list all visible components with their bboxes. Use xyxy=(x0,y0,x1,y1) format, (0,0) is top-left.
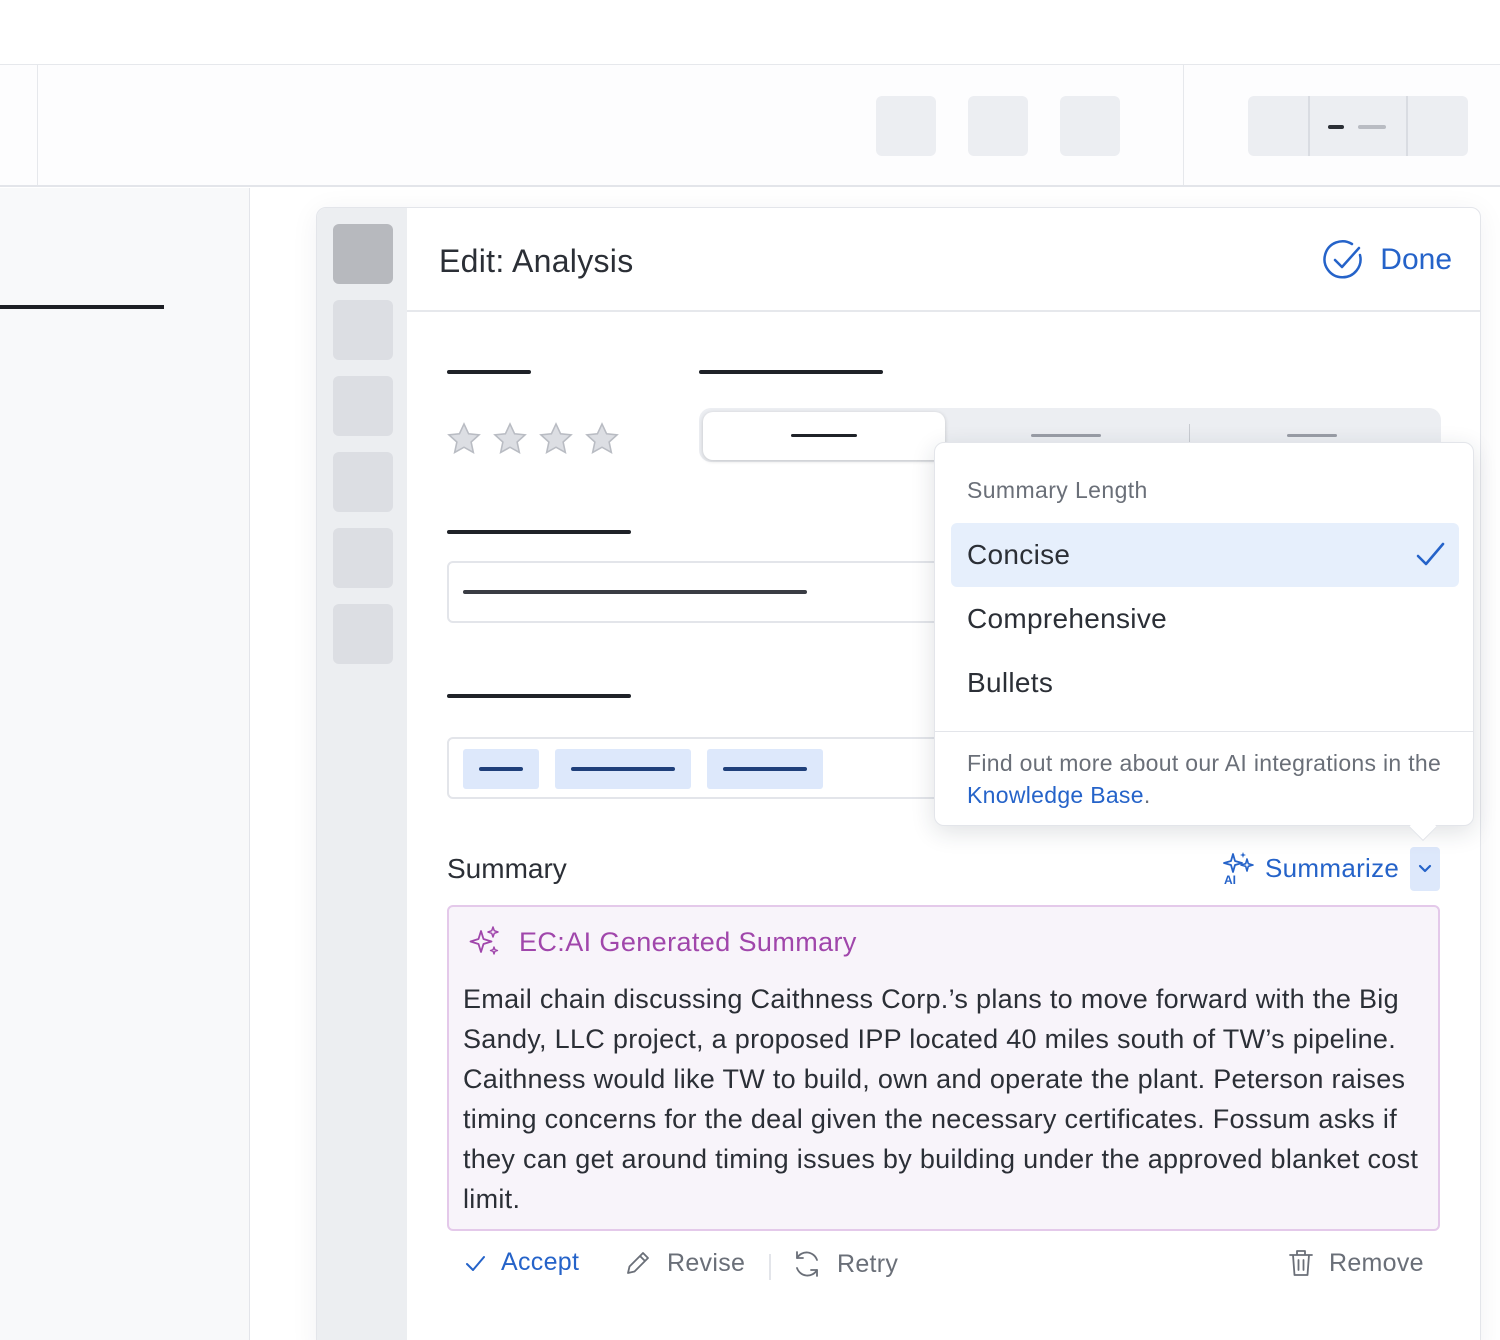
document-pane xyxy=(0,188,250,1340)
rating-field-label xyxy=(447,370,531,374)
view-toggle-group xyxy=(1248,96,1468,156)
knowledge-base-link[interactable]: Knowledge Base xyxy=(967,782,1144,808)
ai-summary-title: EC:AI Generated Summary xyxy=(519,926,857,957)
check-icon xyxy=(1416,542,1445,566)
revise-label: Revise xyxy=(667,1248,746,1277)
toolbar-divider xyxy=(1183,65,1184,185)
accept-button[interactable]: Accept xyxy=(463,1248,579,1277)
rail-button-active[interactable] xyxy=(333,224,393,284)
toolbar-button[interactable] xyxy=(968,96,1028,156)
dropdown-option-comprehensive[interactable]: Comprehensive xyxy=(951,587,1459,651)
dropdown-footer: Find out more about our AI integrations … xyxy=(967,747,1447,811)
chevron-down-icon xyxy=(1418,864,1432,873)
summary-label: Summary xyxy=(447,853,567,884)
star-icon[interactable] xyxy=(537,420,575,458)
main-toolbar xyxy=(0,65,1500,187)
tag-chip[interactable] xyxy=(555,749,691,789)
retry-label: Retry xyxy=(837,1249,899,1278)
remove-label: Remove xyxy=(1329,1248,1424,1277)
toolbar-button[interactable] xyxy=(1060,96,1120,156)
dropdown-divider xyxy=(935,731,1473,732)
footer-end: . xyxy=(1143,782,1151,808)
toolbar-button[interactable] xyxy=(876,96,936,156)
rail-button[interactable] xyxy=(333,376,393,436)
summarize-label: Summarize xyxy=(1265,852,1400,883)
rail-button[interactable] xyxy=(333,300,393,360)
summary-actions: Accept Revise Retry Remove xyxy=(447,1248,1440,1292)
dash-icon xyxy=(1358,125,1386,129)
view-toggle-right[interactable] xyxy=(1408,96,1468,156)
text-field-label xyxy=(447,530,631,534)
ai-summary-text: Email chain discussing Caithness Corp.’s… xyxy=(463,984,1419,1214)
panel-side-rail xyxy=(317,208,407,1340)
segment-text xyxy=(791,434,857,437)
panel-header: Edit: Analysis Done xyxy=(407,208,1480,312)
option-label: Bullets xyxy=(967,667,1054,698)
ai-summary-header: EC:AI Generated Summary xyxy=(467,925,857,959)
done-label: Done xyxy=(1380,243,1452,276)
remove-button[interactable]: Remove xyxy=(1287,1248,1424,1278)
panel-title: Edit: Analysis xyxy=(439,243,634,279)
refresh-icon xyxy=(796,1251,818,1277)
summary-length-dropdown: Summary Length Concise Comprehensive Bul… xyxy=(934,442,1474,842)
dash-icon xyxy=(1328,125,1344,129)
tag-chip[interactable] xyxy=(463,749,539,789)
revise-button[interactable]: Revise xyxy=(623,1248,745,1278)
dropdown-header: Summary Length xyxy=(967,477,1148,503)
summarize-button[interactable]: AI Summarize xyxy=(1223,851,1399,885)
check-icon xyxy=(466,1255,485,1271)
view-toggle-middle[interactable] xyxy=(1310,96,1406,156)
check-circle-icon xyxy=(1323,240,1363,279)
option-label: Comprehensive xyxy=(967,603,1167,634)
done-button[interactable]: Done xyxy=(1322,238,1452,282)
trash-icon xyxy=(1289,1250,1313,1276)
star-icon[interactable] xyxy=(445,420,483,458)
tag-chip[interactable] xyxy=(707,749,823,789)
retry-button[interactable]: Retry xyxy=(791,1248,898,1280)
star-icon[interactable] xyxy=(583,420,621,458)
dropdown-option-bullets[interactable]: Bullets xyxy=(951,651,1459,715)
ai-summary-box: EC:AI Generated Summary Email chain disc… xyxy=(447,905,1440,1231)
dropdown-option-concise[interactable]: Concise xyxy=(951,523,1459,587)
segment-text xyxy=(1031,434,1101,437)
accept-label: Accept xyxy=(501,1248,580,1276)
view-toggle-left[interactable] xyxy=(1248,96,1308,156)
segment-field-label xyxy=(699,370,883,374)
star-rating[interactable] xyxy=(445,420,621,458)
segment-text xyxy=(1287,434,1337,437)
document-heading-rule xyxy=(0,305,164,309)
toolbar-divider xyxy=(37,65,38,185)
pencil-icon xyxy=(627,1252,649,1274)
text-input-value xyxy=(463,590,807,594)
rail-button[interactable] xyxy=(333,528,393,588)
window-top-strip xyxy=(0,0,1500,65)
star-icon[interactable] xyxy=(491,420,529,458)
segment-option-active[interactable] xyxy=(703,412,945,460)
rail-button[interactable] xyxy=(333,604,393,664)
option-label: Concise xyxy=(967,539,1071,570)
footer-text: Find out more about our AI integrations … xyxy=(967,750,1442,776)
tags-field-label xyxy=(447,694,631,698)
ai-badge-text: AI xyxy=(1224,873,1236,885)
ai-sparkle-icon xyxy=(469,926,499,955)
ai-sparkle-icon: AI xyxy=(1223,852,1254,885)
rail-button[interactable] xyxy=(333,452,393,512)
summarize-options-toggle[interactable] xyxy=(1410,847,1440,891)
actions-divider xyxy=(769,1254,771,1280)
